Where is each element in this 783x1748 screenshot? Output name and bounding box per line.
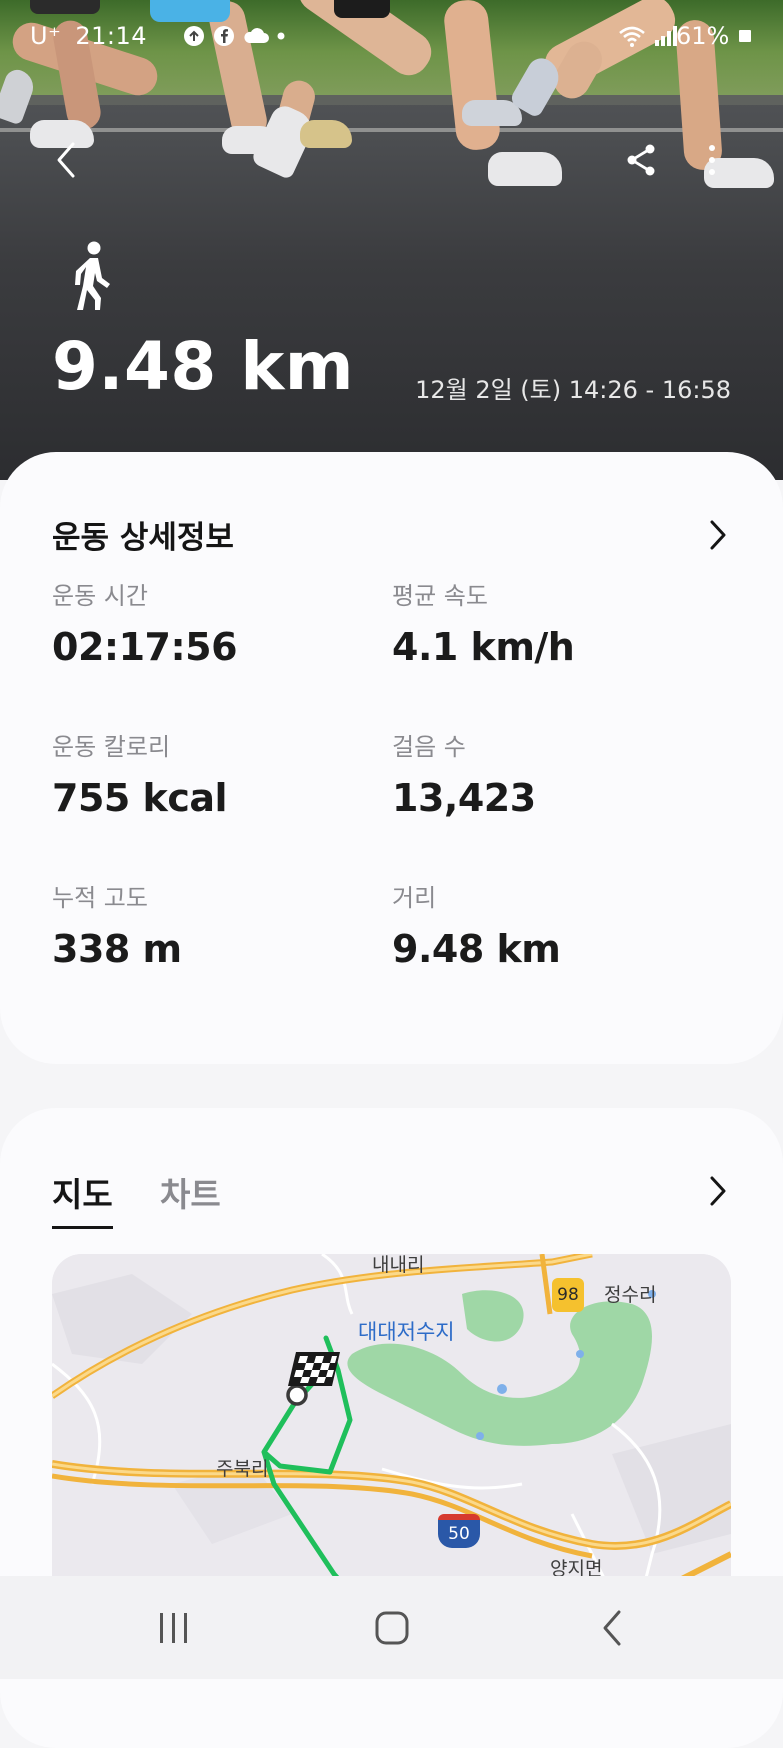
recent-apps-icon [160,1613,187,1643]
facebook-icon [214,26,234,46]
battery-percent: 61% [676,22,730,50]
chevron-right-icon[interactable] [707,518,729,552]
stat-distance: 거리 9.48 km [392,878,561,971]
carrier-label: U⁺ [30,22,62,50]
stat-value: 755 kcal [52,776,228,820]
battery-icon [739,30,751,42]
stat-steps: 걸음 수 13,423 [392,727,536,820]
home-button[interactable] [362,1606,422,1650]
total-distance: 9.48 km [52,328,354,405]
stat-calories: 운동 칼로리 755 kcal [52,727,228,820]
chevron-right-icon[interactable] [707,1174,729,1208]
workout-details-card[interactable]: 운동 상세정보 운동 시간 02:17:56 평균 속도 4.1 km/h 운동… [0,452,783,1064]
status-right: 61% [676,22,753,50]
stat-value: 9.48 km [392,927,561,971]
map-label-naenae: 내내리 [372,1254,425,1276]
more-options-button[interactable] [684,132,740,188]
workout-date-range: 12월 2일 (토) 14:26 - 16:58 [415,376,731,404]
map-label-reservoir: 대대저수지 [358,1320,455,1344]
recent-apps-button[interactable] [144,1606,204,1650]
details-title: 운동 상세정보 [52,520,234,556]
hero-background-curb [0,95,783,105]
map-label-jubuk: 주북리 [216,1458,269,1480]
back-icon [603,1610,621,1646]
home-icon [375,1611,409,1645]
stat-label: 운동 칼로리 [52,733,171,761]
hero-image: U⁺ 21:14 61% 9.48 km 12월 2일 (토) 14:26 - [0,0,783,480]
share-icon [627,144,655,176]
status-left: U⁺ 21:14 [30,22,147,50]
status-time: 21:14 [75,22,148,50]
walking-icon [75,241,110,310]
status-left-icons [182,24,286,48]
stat-label: 평균 속도 [392,582,488,610]
route-50-shield: 50 [438,1514,480,1548]
stat-workout-time: 운동 시간 02:17:56 [52,576,238,669]
stat-value: 338 m [52,927,182,971]
route-98-shield: 98 [552,1278,584,1312]
back-button[interactable] [38,132,94,188]
route-map[interactable]: 내내리 98 정수리 대대저수지 주북리 50 양지면 [52,1254,731,1594]
dot-icon [277,32,285,40]
sync-icon [184,26,204,46]
tab-chart[interactable]: 차트 [160,1168,221,1226]
stat-label: 누적 고도 [52,884,148,912]
map-label-jeongsu: 정수리 [604,1284,657,1306]
stat-label: 거리 [392,884,437,912]
status-right-icons [617,24,679,48]
stat-value: 13,423 [392,776,536,820]
stat-value: 4.1 km/h [392,625,575,669]
stat-elevation-gain: 누적 고도 338 m [52,878,182,971]
tab-map[interactable]: 지도 [52,1168,113,1229]
stat-average-speed: 평균 속도 4.1 km/h [392,576,575,669]
stat-label: 걸음 수 [392,733,466,761]
nav-back-button[interactable] [582,1606,642,1650]
status-bar: U⁺ 21:14 61% [0,14,783,54]
share-button[interactable] [613,132,669,188]
finish-flag-icon [288,1352,340,1386]
stat-label: 운동 시간 [52,582,148,610]
wifi-icon [619,26,645,47]
more-vertical-icon [709,145,715,175]
cloud-icon [244,28,269,43]
system-navigation-bar [0,1576,783,1679]
chevron-left-icon [57,142,75,178]
stat-value: 02:17:56 [52,625,238,669]
